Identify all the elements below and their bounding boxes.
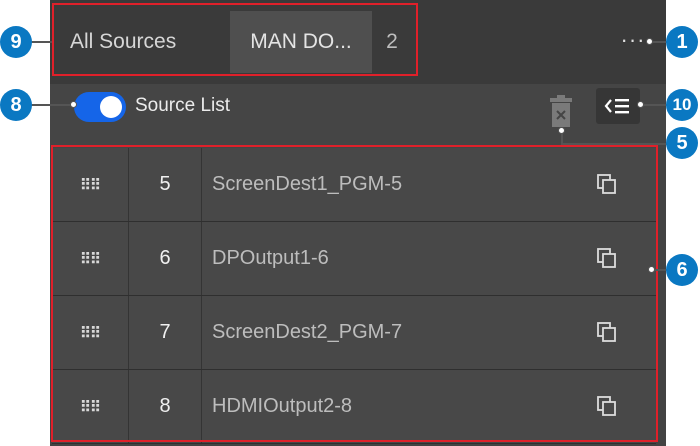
drag-handle-icon[interactable]: ⠿⠿ (52, 148, 129, 221)
copy-icon[interactable] (595, 394, 619, 418)
leader-dot (646, 38, 653, 45)
copy-icon[interactable] (595, 172, 619, 196)
row-index: 5 (129, 148, 202, 221)
row-index: 7 (129, 296, 202, 369)
source-table: ⠿⠿ 5 ScreenDest1_PGM-5 ⠿⠿ 6 DPOutput1-6 … (52, 148, 656, 444)
source-list-label: Source List (135, 95, 231, 116)
callout-9: 9 (0, 26, 32, 58)
tab-all-sources[interactable]: All Sources (70, 11, 230, 73)
table-row[interactable]: ⠿⠿ 5 ScreenDest1_PGM-5 (52, 148, 656, 222)
copy-icon[interactable] (595, 246, 619, 270)
table-row[interactable]: ⠿⠿ 7 ScreenDest2_PGM-7 (52, 296, 656, 370)
callout-10: 10 (666, 89, 698, 121)
tab-man-do[interactable]: MAN DO... (230, 11, 372, 73)
drag-handle-icon[interactable]: ⠿⠿ (52, 296, 129, 369)
drag-handle-icon[interactable]: ⠿⠿ (52, 222, 129, 295)
row-name: DPOutput1-6 (212, 247, 329, 269)
callout-5: 5 (666, 127, 698, 159)
leader-line (561, 143, 669, 145)
row-name: ScreenDest2_PGM-7 (212, 321, 403, 343)
list-collapse-icon[interactable] (596, 88, 640, 124)
callout-8: 8 (0, 89, 32, 121)
leader-dot (648, 266, 655, 273)
row-index: 8 (129, 370, 202, 443)
leader-dot (637, 101, 644, 108)
toggle-knob (100, 96, 122, 118)
leader-dot (70, 101, 77, 108)
drag-handle-icon[interactable]: ⠿⠿ (52, 370, 129, 443)
table-row[interactable]: ⠿⠿ 6 DPOutput1-6 (52, 222, 656, 296)
row-name: HDMIOutput2-8 (212, 395, 353, 417)
callout-1: 1 (666, 26, 698, 58)
leader-line (30, 41, 52, 43)
callout-6: 6 (666, 254, 698, 286)
source-list-toggle[interactable] (74, 92, 126, 122)
row-name: ScreenDest1_PGM-5 (212, 173, 403, 195)
leader-dot (558, 127, 565, 134)
table-row[interactable]: ⠿⠿ 8 HDMIOutput2-8 (52, 370, 656, 444)
trash-icon[interactable] (547, 94, 575, 130)
tab-count[interactable]: 2 (372, 11, 412, 73)
row-index: 6 (129, 222, 202, 295)
copy-icon[interactable] (595, 320, 619, 344)
more-horizontal-icon[interactable]: ··· (616, 24, 650, 56)
